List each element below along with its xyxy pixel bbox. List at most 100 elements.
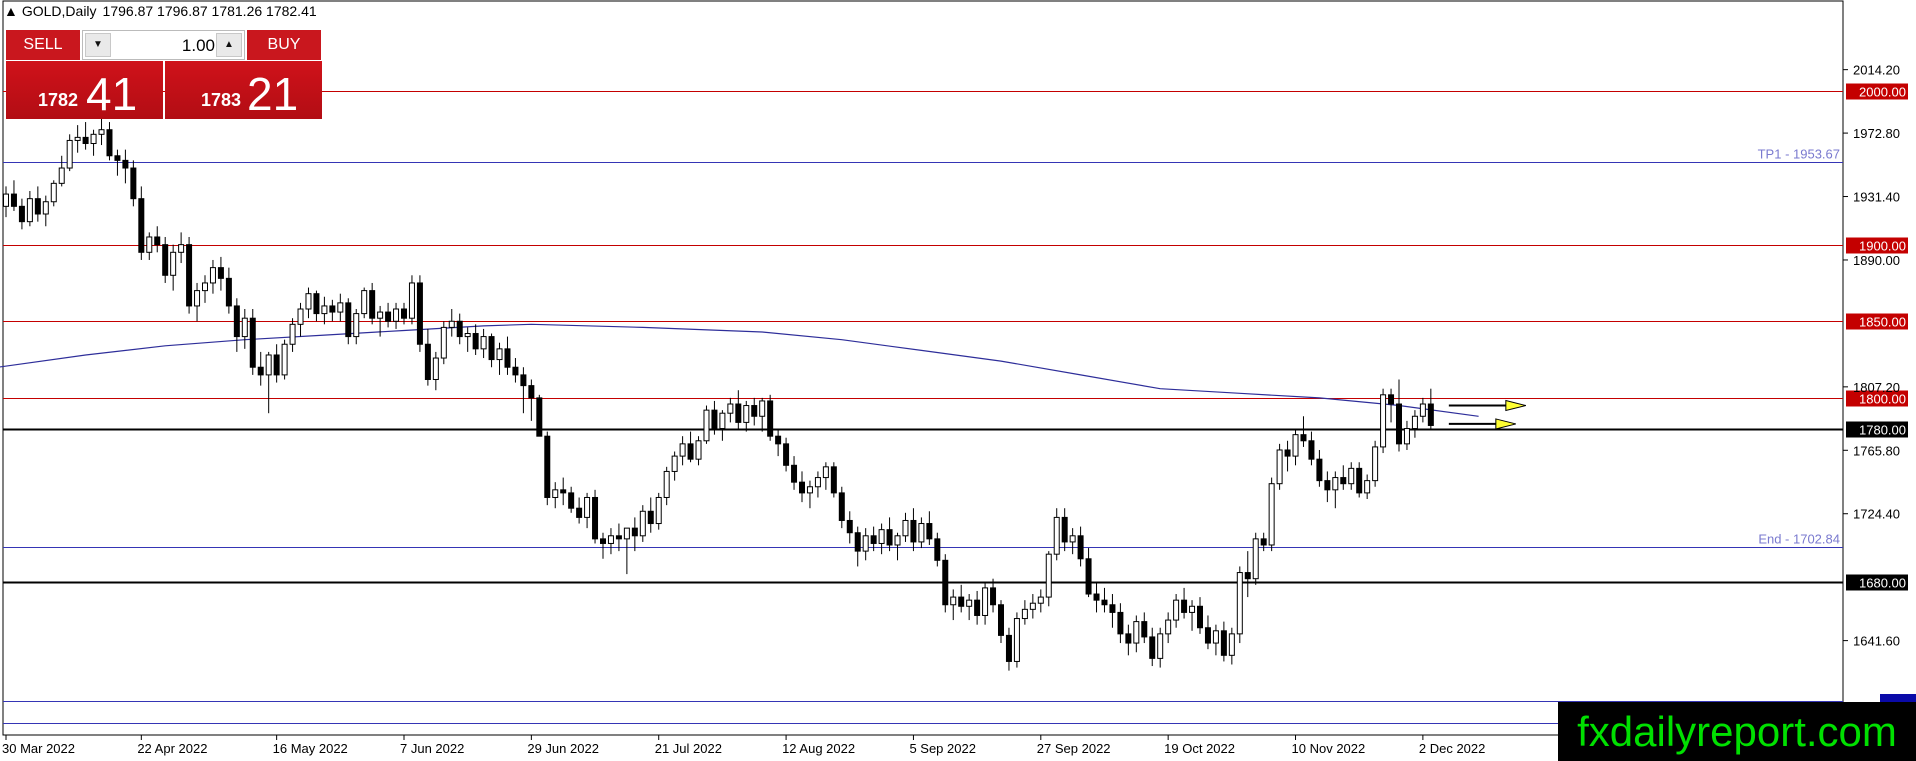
candle-body [775, 435, 782, 445]
time-tick-label: 5 Sep 2022 [909, 741, 976, 756]
price-tick-label: 1765.80 [1853, 443, 1900, 458]
candle-body [1292, 434, 1299, 457]
candle [1021, 600, 1028, 625]
candle [814, 471, 821, 498]
candle [822, 462, 829, 490]
candle-body [1356, 467, 1363, 494]
time-tick-label: 27 Sep 2022 [1037, 741, 1111, 756]
candle [1109, 594, 1116, 628]
candle [1093, 581, 1100, 613]
lot-decrease-button[interactable]: ▼ [85, 33, 111, 57]
candle [623, 527, 630, 575]
candle-body [799, 481, 805, 494]
candle-body [926, 523, 933, 540]
candle-body [106, 129, 113, 157]
candle-body [862, 535, 869, 552]
candle [950, 589, 957, 621]
candle [759, 397, 766, 432]
candle [50, 180, 57, 207]
lot-size-input[interactable] [113, 34, 217, 58]
candle-body [1316, 458, 1323, 482]
candles [3, 106, 1434, 671]
candle-body [10, 193, 17, 207]
candle [313, 290, 320, 322]
candle [1189, 600, 1196, 631]
candle-body [727, 403, 734, 414]
candle-body [1141, 621, 1148, 638]
candle-body [1380, 394, 1387, 448]
candle [480, 328, 487, 359]
candle [1403, 420, 1410, 450]
candle-body [1109, 604, 1116, 613]
candle-body [1157, 633, 1164, 659]
candle [1236, 566, 1243, 644]
sell-button[interactable]: SELL [6, 30, 80, 60]
candle [615, 523, 622, 552]
level-price-label: 1680.00 [1859, 576, 1906, 591]
candle [1396, 379, 1402, 452]
candle [42, 195, 49, 227]
triangle-up-icon: ▲ [4, 3, 18, 19]
candle-body [265, 354, 272, 376]
candle [671, 451, 678, 481]
candle [10, 180, 17, 211]
candle [918, 517, 925, 549]
candle [504, 336, 511, 375]
buy-price-button[interactable]: 1783 21 [165, 61, 322, 119]
candle [1141, 612, 1148, 644]
candle-body [806, 486, 813, 494]
level-annotation: TP1 - 1953.67 [1758, 147, 1840, 162]
symbol-label: GOLD,Daily [21, 3, 97, 19]
candle-body [488, 336, 495, 361]
candle-body [74, 136, 81, 141]
chart-header: ▲ GOLD,Daily 1796.87 1796.87 1781.26 1782.… [4, 3, 317, 19]
buy-button[interactable]: BUY [247, 30, 321, 60]
candle [170, 244, 177, 291]
candle-body [735, 403, 742, 423]
candle [1419, 397, 1426, 423]
price-tick-label: 2014.20 [1853, 63, 1900, 78]
time-tick-label: 29 Jun 2022 [527, 741, 599, 756]
candle [1300, 416, 1307, 447]
candle [862, 528, 869, 561]
candle [281, 339, 288, 380]
candle [1268, 477, 1275, 552]
candle [146, 232, 153, 260]
candle [297, 302, 304, 337]
candle-body [130, 167, 137, 200]
candle-body [480, 336, 487, 350]
one-click-trading-panel: SELL ▼ ▲ BUY 1782 41 1783 21 [6, 30, 322, 119]
candle [799, 471, 805, 503]
sell-price-pips: 41 [86, 68, 138, 120]
candle-body [1173, 599, 1180, 621]
candle-body [1348, 467, 1355, 485]
candle [560, 477, 567, 506]
candle-body [18, 205, 25, 223]
buy-price-main: 1783 [201, 90, 242, 110]
candle-body [305, 293, 312, 310]
candle-body [1204, 627, 1211, 644]
candle-body [1388, 394, 1395, 405]
candle [273, 344, 280, 383]
price-tick-label: 1724.40 [1853, 507, 1900, 522]
candle [34, 186, 41, 222]
candle [416, 275, 423, 352]
candle-body [512, 366, 519, 376]
price-tick-label: 1890.00 [1853, 253, 1900, 268]
candle-body [472, 333, 479, 350]
candle-body [1053, 516, 1060, 555]
candle-body [1212, 630, 1219, 644]
candle-body [416, 282, 423, 345]
candle [225, 267, 232, 314]
candle-body [170, 251, 177, 276]
sell-price-button[interactable]: 1782 41 [6, 61, 163, 119]
brand-watermark: fxdailyreport.com [1558, 702, 1916, 761]
candle-body [1268, 483, 1275, 546]
lot-increase-button[interactable]: ▲ [216, 33, 242, 57]
candle [1364, 474, 1371, 500]
candle [488, 333, 495, 368]
candle-body [1300, 434, 1307, 442]
candle [830, 462, 837, 498]
candle-body [902, 519, 909, 537]
candle-body [982, 587, 989, 616]
